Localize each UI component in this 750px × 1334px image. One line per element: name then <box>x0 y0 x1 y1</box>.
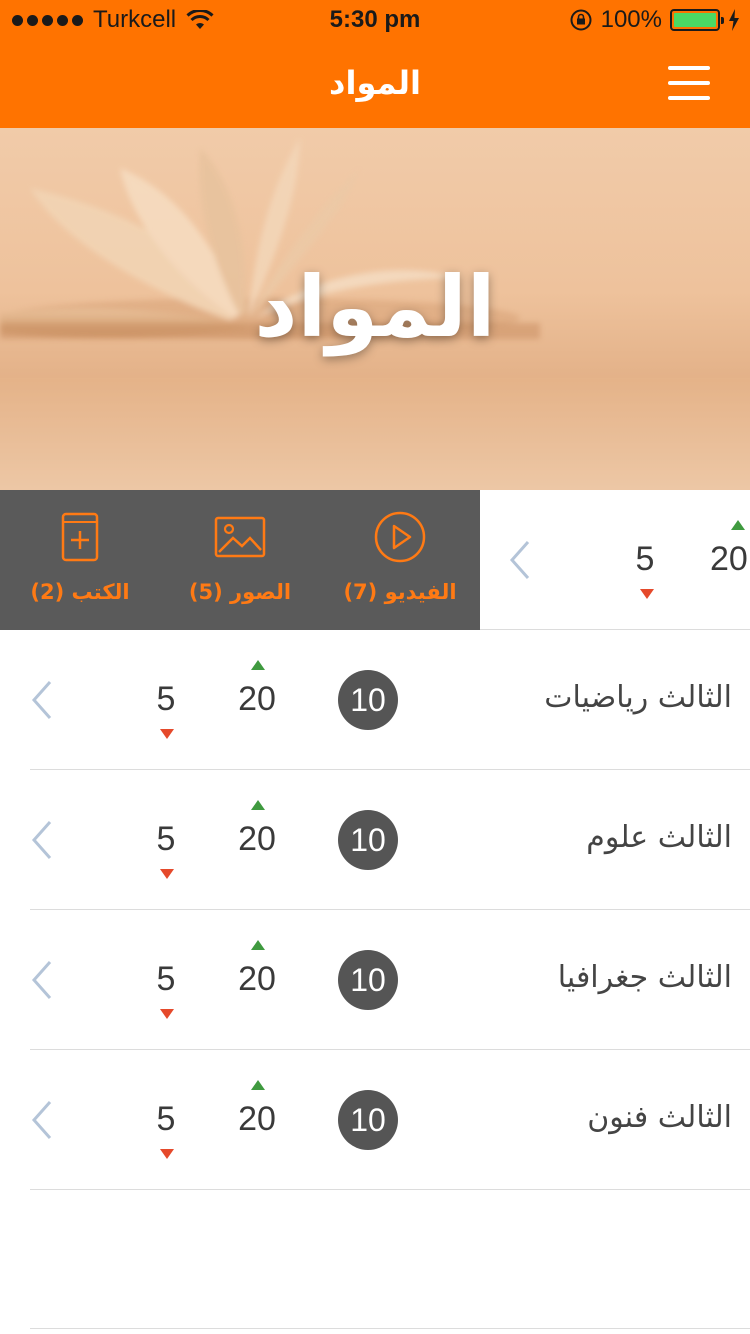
nav-title: المواد <box>329 64 421 102</box>
up-value: 20 <box>238 960 276 998</box>
battery-icon <box>670 9 724 31</box>
images-button[interactable]: الصور (5) <box>160 490 320 630</box>
row-title: الثالث علوم <box>586 820 732 855</box>
down-value: 5 <box>635 540 655 578</box>
revealed-row: 5 20 <box>480 490 750 630</box>
up-arrow-icon <box>731 520 745 530</box>
down-arrow-icon <box>160 869 174 879</box>
down-arrow-icon <box>640 589 654 599</box>
down-value: 5 <box>156 680 176 718</box>
status-bar: Turkcell 5:30 pm 100% <box>0 0 750 40</box>
battery-percent: 100% <box>600 6 662 33</box>
down-value: 5 <box>156 820 176 858</box>
down-value: 5 <box>156 1100 176 1138</box>
list-item[interactable]: 5 20 10 الثالث فنون <box>30 1050 750 1190</box>
count-badge: 10 <box>338 1090 398 1150</box>
signal-icon <box>12 14 83 26</box>
wifi-icon <box>186 10 214 29</box>
up-arrow-icon <box>251 1080 265 1090</box>
chevron-left-icon[interactable] <box>30 820 54 860</box>
hero-title: المواد <box>254 258 496 356</box>
media-actions: الكتب (2) الصور (5) الفيديو (7) <box>0 490 480 630</box>
chevron-left-icon[interactable] <box>508 540 532 580</box>
down-arrow-icon <box>160 1149 174 1159</box>
status-left: Turkcell <box>12 6 214 34</box>
rotation-lock-icon <box>570 9 592 31</box>
down-arrow-icon <box>160 729 174 739</box>
nav-bar: المواد <box>0 40 750 128</box>
divider <box>30 1328 750 1329</box>
chevron-left-icon[interactable] <box>30 1100 54 1140</box>
video-label: الفيديو (7) <box>343 580 457 604</box>
books-label: الكتب (2) <box>30 580 130 604</box>
chevron-left-icon[interactable] <box>30 960 54 1000</box>
hero-banner: المواد <box>0 128 750 490</box>
image-icon <box>214 516 266 558</box>
media-strip: الكتب (2) الصور (5) الفيديو (7) 5 20 <box>0 490 750 630</box>
play-circle-icon <box>374 511 426 563</box>
row-title: الثالث فنون <box>587 1100 732 1135</box>
charging-icon <box>729 9 739 31</box>
up-value: 20 <box>238 680 276 718</box>
down-value: 5 <box>156 960 176 998</box>
menu-icon <box>668 66 710 70</box>
up-arrow-icon <box>251 940 265 950</box>
up-value: 20 <box>238 820 276 858</box>
list-item[interactable]: 5 20 10 الثالث رياضيات <box>30 630 750 770</box>
menu-button[interactable] <box>668 66 710 100</box>
video-button[interactable]: الفيديو (7) <box>320 490 480 630</box>
count-badge: 10 <box>338 810 398 870</box>
list-item[interactable]: 5 20 10 الثالث علوم <box>30 770 750 910</box>
down-arrow-icon <box>160 1009 174 1019</box>
images-label: الصور (5) <box>188 580 292 604</box>
carrier-name: Turkcell <box>93 6 177 33</box>
books-button[interactable]: الكتب (2) <box>0 490 160 630</box>
count-badge: 10 <box>338 670 398 730</box>
up-arrow-icon <box>251 800 265 810</box>
count-badge: 10 <box>338 950 398 1010</box>
book-plus-icon <box>61 512 99 562</box>
up-value: 20 <box>238 1100 276 1138</box>
top-bar: Turkcell 5:30 pm 100% المواد <box>0 0 750 128</box>
chevron-left-icon[interactable] <box>30 680 54 720</box>
list-item[interactable]: 5 20 10 الثالث جغرافيا <box>30 910 750 1050</box>
status-right: 100% <box>569 6 740 34</box>
up-value: 20 <box>710 540 748 578</box>
row-title: الثالث جغرافيا <box>557 960 732 995</box>
row-title: الثالث رياضيات <box>544 680 732 715</box>
up-arrow-icon <box>251 660 265 670</box>
